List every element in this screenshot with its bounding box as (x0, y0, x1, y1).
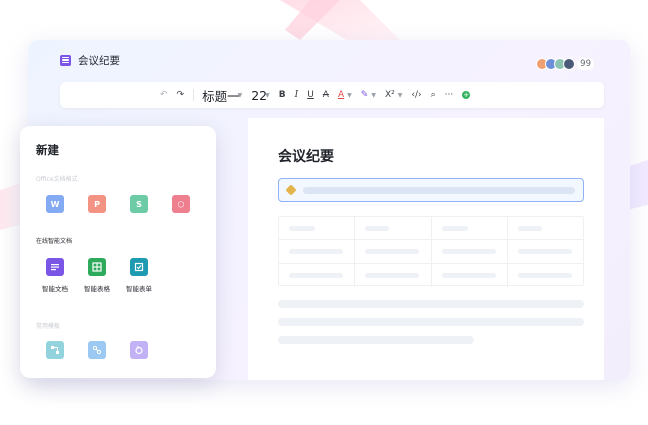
search-icon[interactable]: ⌕ (431, 90, 436, 100)
template-flow-icon[interactable] (46, 341, 64, 359)
formatting-toolbar: ↶ ↷ 标题一 ▼ 22 ▼ B I U A A ▼ ✎ ▼ X² ▼ ‹/› … (60, 82, 604, 108)
italic-button[interactable]: I (295, 90, 299, 100)
underline-button[interactable]: U (307, 90, 314, 100)
ppt-icon[interactable]: P (88, 195, 106, 213)
chevron-down-icon[interactable]: ▼ (371, 92, 376, 99)
placeholder-line (278, 300, 584, 308)
document-heading[interactable]: 会议纪要 (278, 146, 334, 166)
chevron-down-icon[interactable]: ▼ (265, 92, 270, 99)
chevron-down-icon[interactable]: ▼ (398, 92, 403, 99)
table-row (279, 217, 583, 241)
section-smart-label: 在线智能文档 (36, 238, 73, 245)
panel-title: 新建 (36, 143, 59, 157)
collaborator-count[interactable]: 99 (577, 58, 594, 70)
placeholder-line (278, 336, 474, 344)
section-office-label: Office文档格式 (36, 176, 78, 183)
collaborator-avatars[interactable]: 99 (536, 58, 594, 70)
avatar[interactable] (563, 58, 576, 70)
heading-style-select[interactable]: 标题一 (202, 86, 240, 105)
pencil-icon (285, 184, 297, 196)
new-document-panel: 新建 Office文档格式 W P S ⬡ 在线智能文档 智能文档 智能表格 智… (20, 126, 216, 378)
bold-button[interactable]: B (279, 90, 286, 100)
superscript-button[interactable]: X² (385, 90, 395, 100)
strikethrough-button[interactable]: A (323, 90, 329, 100)
undo-icon[interactable]: ↶ (160, 90, 168, 100)
document-title[interactable]: 会议纪要 (78, 53, 120, 68)
template-cycle-icon[interactable] (130, 341, 148, 359)
chevron-down-icon[interactable]: ▼ (238, 92, 243, 99)
chevron-down-icon[interactable]: ▼ (347, 92, 352, 99)
smart-doc-label[interactable]: 智能文档 (35, 283, 75, 293)
table-row (279, 263, 583, 287)
code-button[interactable]: ‹/› (411, 90, 421, 100)
document-page[interactable]: 会议纪要 (248, 118, 604, 380)
editing-block[interactable] (278, 178, 584, 202)
doc-icon (60, 54, 71, 66)
smart-sheet-label[interactable]: 智能表格 (77, 283, 117, 293)
more-button[interactable]: ··· (445, 90, 454, 100)
font-color-button[interactable]: A (338, 90, 344, 100)
smart-form-label[interactable]: 智能表单 (119, 283, 159, 293)
pdf-icon[interactable]: ⬡ (172, 195, 190, 213)
redo-icon[interactable]: ↷ (177, 90, 185, 100)
smart-doc-icon[interactable] (46, 258, 64, 276)
add-icon[interactable]: + (462, 91, 471, 99)
placeholder-line (278, 318, 584, 326)
smart-sheet-icon[interactable] (88, 258, 106, 276)
sheet-icon[interactable]: S (130, 195, 148, 213)
toolbar-divider (193, 89, 195, 101)
placeholder-bar (303, 186, 575, 194)
section-common-label: 常用模板 (36, 323, 61, 330)
highlight-icon[interactable]: ✎ (361, 90, 369, 100)
table-row (279, 240, 583, 264)
template-mindmap-icon[interactable] (88, 341, 106, 359)
smart-form-icon[interactable] (130, 258, 148, 276)
word-icon[interactable]: W (46, 195, 64, 213)
placeholder-table (278, 216, 584, 287)
